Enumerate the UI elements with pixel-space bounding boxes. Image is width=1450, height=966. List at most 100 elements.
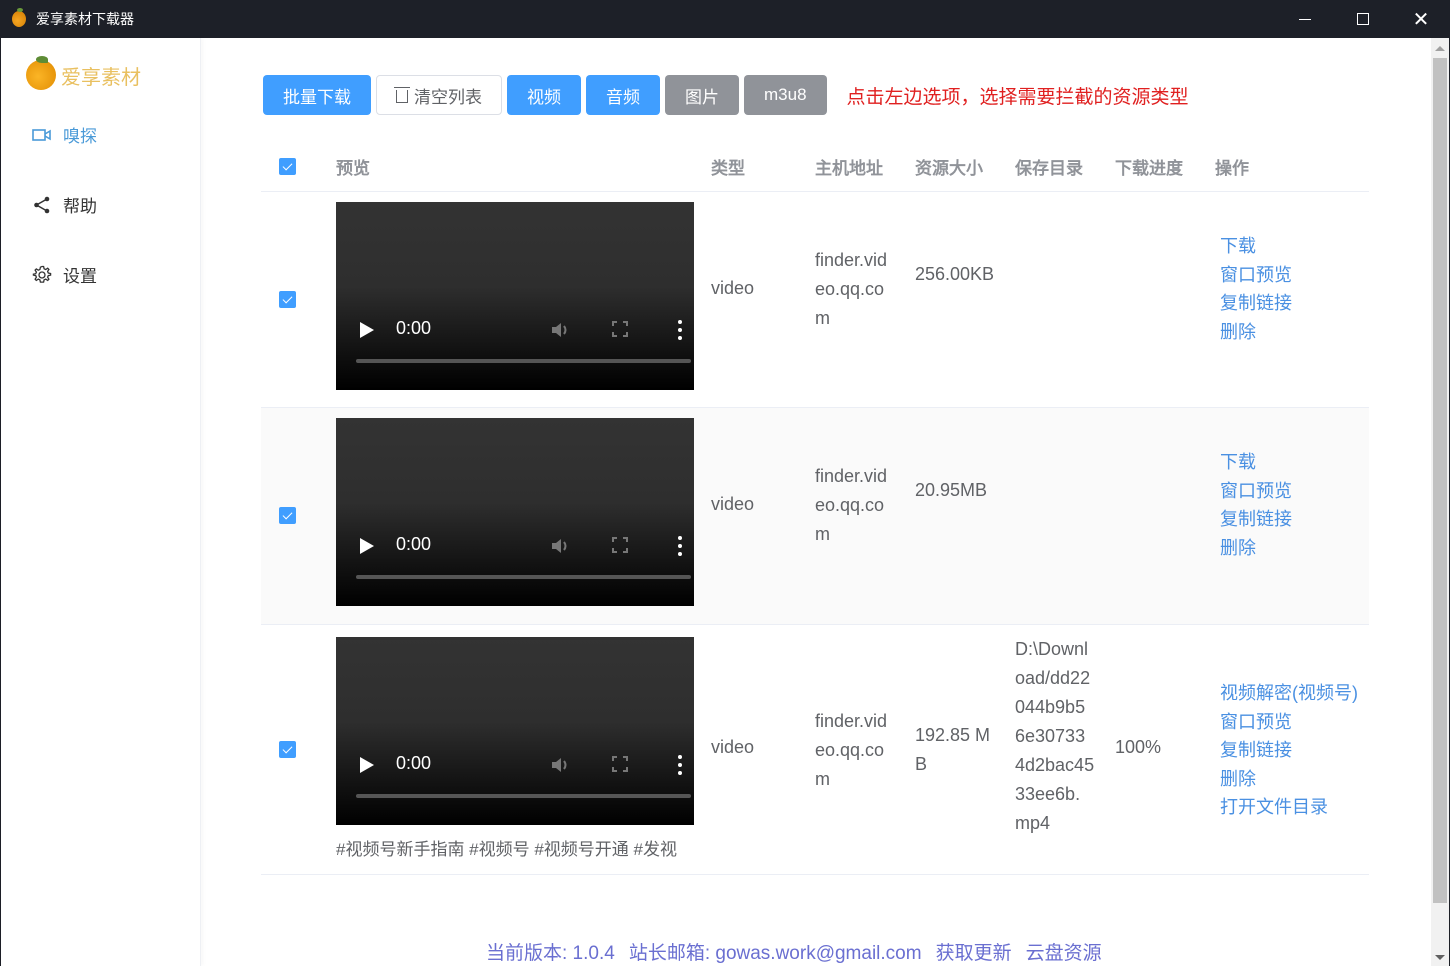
- window-preview-link[interactable]: 窗口预览: [1220, 261, 1292, 290]
- volume-icon[interactable]: [550, 755, 572, 775]
- size-cell: 192.85 MB: [915, 725, 991, 774]
- size-cell: 20.95MB: [915, 480, 988, 500]
- main-content: 批量下载 清空列表 视频 音频 图片 m3u8 点击左边选项，选择需要拦截的资源…: [201, 38, 1431, 966]
- more-options-icon[interactable]: [678, 320, 682, 340]
- minimize-button[interactable]: [1276, 0, 1334, 38]
- sidebar-item-help[interactable]: 帮助: [31, 192, 97, 217]
- orange-logo-icon: [26, 56, 56, 90]
- get-update-link[interactable]: 获取更新: [936, 938, 1012, 965]
- delete-link[interactable]: 删除: [1220, 534, 1292, 563]
- header-actions: 操作: [1215, 159, 1249, 178]
- video-progress-track[interactable]: [356, 794, 691, 798]
- decrypt-video-link[interactable]: 视频解密(视频号): [1220, 679, 1358, 708]
- scroll-up-icon[interactable]: [1435, 46, 1445, 51]
- header-save-dir: 保存目录: [1015, 159, 1083, 178]
- row-checkbox[interactable]: [279, 291, 296, 308]
- vertical-scrollbar[interactable]: [1431, 38, 1449, 966]
- more-options-icon[interactable]: [678, 755, 682, 775]
- delete-link[interactable]: 删除: [1220, 318, 1292, 347]
- open-folder-link[interactable]: 打开文件目录: [1220, 793, 1358, 822]
- filter-hint: 点击左边选项，选择需要拦截的资源类型: [846, 86, 1189, 108]
- fullscreen-icon[interactable]: [612, 537, 628, 553]
- select-all-checkbox[interactable]: [279, 158, 296, 175]
- actions-cell: 下载 窗口预览 复制链接 删除: [1220, 232, 1292, 346]
- copy-link-link[interactable]: 复制链接: [1220, 289, 1292, 318]
- header-preview: 预览: [336, 159, 370, 178]
- copy-link-link[interactable]: 复制链接: [1220, 505, 1292, 534]
- clear-list-button[interactable]: 清空列表: [376, 75, 502, 115]
- toolbar: 批量下载 清空列表 视频 音频 图片 m3u8 点击左边选项，选择需要拦截的资源…: [263, 75, 1189, 115]
- header-progress: 下载进度: [1115, 159, 1183, 178]
- fullscreen-icon[interactable]: [612, 321, 628, 337]
- window-controls: ✕: [1276, 0, 1450, 38]
- header-host: 主机地址: [815, 159, 883, 178]
- window-preview-link[interactable]: 窗口预览: [1220, 708, 1358, 737]
- share-icon: [31, 194, 53, 216]
- filter-m3u8-button[interactable]: m3u8: [744, 75, 827, 115]
- volume-icon[interactable]: [550, 320, 572, 340]
- table-row: 0:00 video finder.video.qq.com 256.00KB …: [261, 192, 1369, 408]
- sidebar-item-label: 帮助: [63, 197, 97, 216]
- size-cell: 256.00KB: [915, 264, 995, 284]
- play-icon[interactable]: [360, 538, 374, 554]
- host-cell: finder.video.qq.com: [815, 711, 888, 789]
- type-cell: video: [711, 737, 755, 757]
- app-window: 爱享素材 嗅探 帮助 设置 批量下载 清空列表 视频 音频 图片 m3u8 点击…: [1, 38, 1449, 966]
- video-camera-icon: [31, 124, 53, 146]
- resource-table: 预览 类型 主机地址 资源大小 保存目录 下载进度 操作 0:00 video …: [261, 142, 1369, 875]
- video-player[interactable]: 0:00: [336, 202, 694, 390]
- filter-video-button[interactable]: 视频: [507, 75, 581, 115]
- close-button[interactable]: ✕: [1392, 0, 1450, 38]
- video-time: 0:00: [396, 534, 432, 554]
- row-checkbox[interactable]: [279, 741, 296, 758]
- cloud-resources-link[interactable]: 云盘资源: [1026, 938, 1102, 965]
- download-link[interactable]: 下载: [1220, 448, 1292, 477]
- video-player[interactable]: 0:00: [336, 637, 694, 825]
- actions-cell: 下载 窗口预览 复制链接 删除: [1220, 448, 1292, 562]
- row-checkbox[interactable]: [279, 507, 296, 524]
- gear-icon: [31, 264, 53, 286]
- play-icon[interactable]: [360, 757, 374, 773]
- host-cell: finder.video.qq.com: [815, 250, 888, 328]
- actions-cell: 视频解密(视频号) 窗口预览 复制链接 删除 打开文件目录: [1220, 679, 1358, 822]
- sidebar-item-label: 嗅探: [63, 127, 97, 146]
- delete-link[interactable]: 删除: [1220, 765, 1358, 794]
- video-player[interactable]: 0:00: [336, 418, 694, 606]
- maximize-icon: [1357, 13, 1369, 25]
- video-progress-track[interactable]: [356, 575, 691, 579]
- scroll-down-icon[interactable]: [1435, 955, 1445, 960]
- filter-image-button[interactable]: 图片: [665, 75, 739, 115]
- maximize-button[interactable]: [1334, 0, 1392, 38]
- fullscreen-icon[interactable]: [612, 756, 628, 772]
- header-type: 类型: [711, 159, 745, 178]
- more-options-icon[interactable]: [678, 536, 682, 556]
- window-title: 爱享素材下载器: [36, 11, 134, 27]
- save-dir-cell: D:\Download/dd22044b9b56e307334d2bac4533…: [1015, 639, 1095, 833]
- volume-icon[interactable]: [550, 536, 572, 556]
- play-icon[interactable]: [360, 322, 374, 338]
- host-cell: finder.video.qq.com: [815, 466, 888, 544]
- video-time: 0:00: [396, 318, 432, 338]
- type-cell: video: [711, 494, 755, 514]
- sidebar-item-sniff[interactable]: 嗅探: [31, 122, 97, 147]
- sidebar: 爱享素材 嗅探 帮助 设置: [1, 38, 201, 966]
- sidebar-item-settings[interactable]: 设置: [31, 262, 97, 287]
- scrollbar-thumb[interactable]: [1433, 58, 1447, 903]
- header-size: 资源大小: [915, 159, 983, 178]
- table-header: 预览 类型 主机地址 资源大小 保存目录 下载进度 操作: [261, 142, 1369, 192]
- video-progress-track[interactable]: [356, 359, 691, 363]
- copy-link-link[interactable]: 复制链接: [1220, 736, 1358, 765]
- type-cell: video: [711, 278, 755, 298]
- filter-audio-button[interactable]: 音频: [586, 75, 660, 115]
- app-logo-icon: [12, 8, 26, 27]
- email-text: 站长邮箱: gowas.work@gmail.com: [628, 943, 922, 964]
- download-link[interactable]: 下载: [1220, 232, 1292, 261]
- version-text: 当前版本: 1.0.4: [486, 943, 615, 964]
- progress-cell: 100%: [1115, 737, 1162, 757]
- window-preview-link[interactable]: 窗口预览: [1220, 477, 1292, 506]
- video-caption: #视频号新手指南 #视频号 #视频号开通 #发视: [336, 840, 677, 859]
- clear-list-label: 清空列表: [414, 87, 482, 107]
- table-row: 0:00 #视频号新手指南 #视频号 #视频号开通 #发视 video find…: [261, 625, 1369, 875]
- table-row: 0:00 video finder.video.qq.com 20.95MB 下…: [261, 408, 1369, 625]
- batch-download-button[interactable]: 批量下载: [263, 75, 371, 115]
